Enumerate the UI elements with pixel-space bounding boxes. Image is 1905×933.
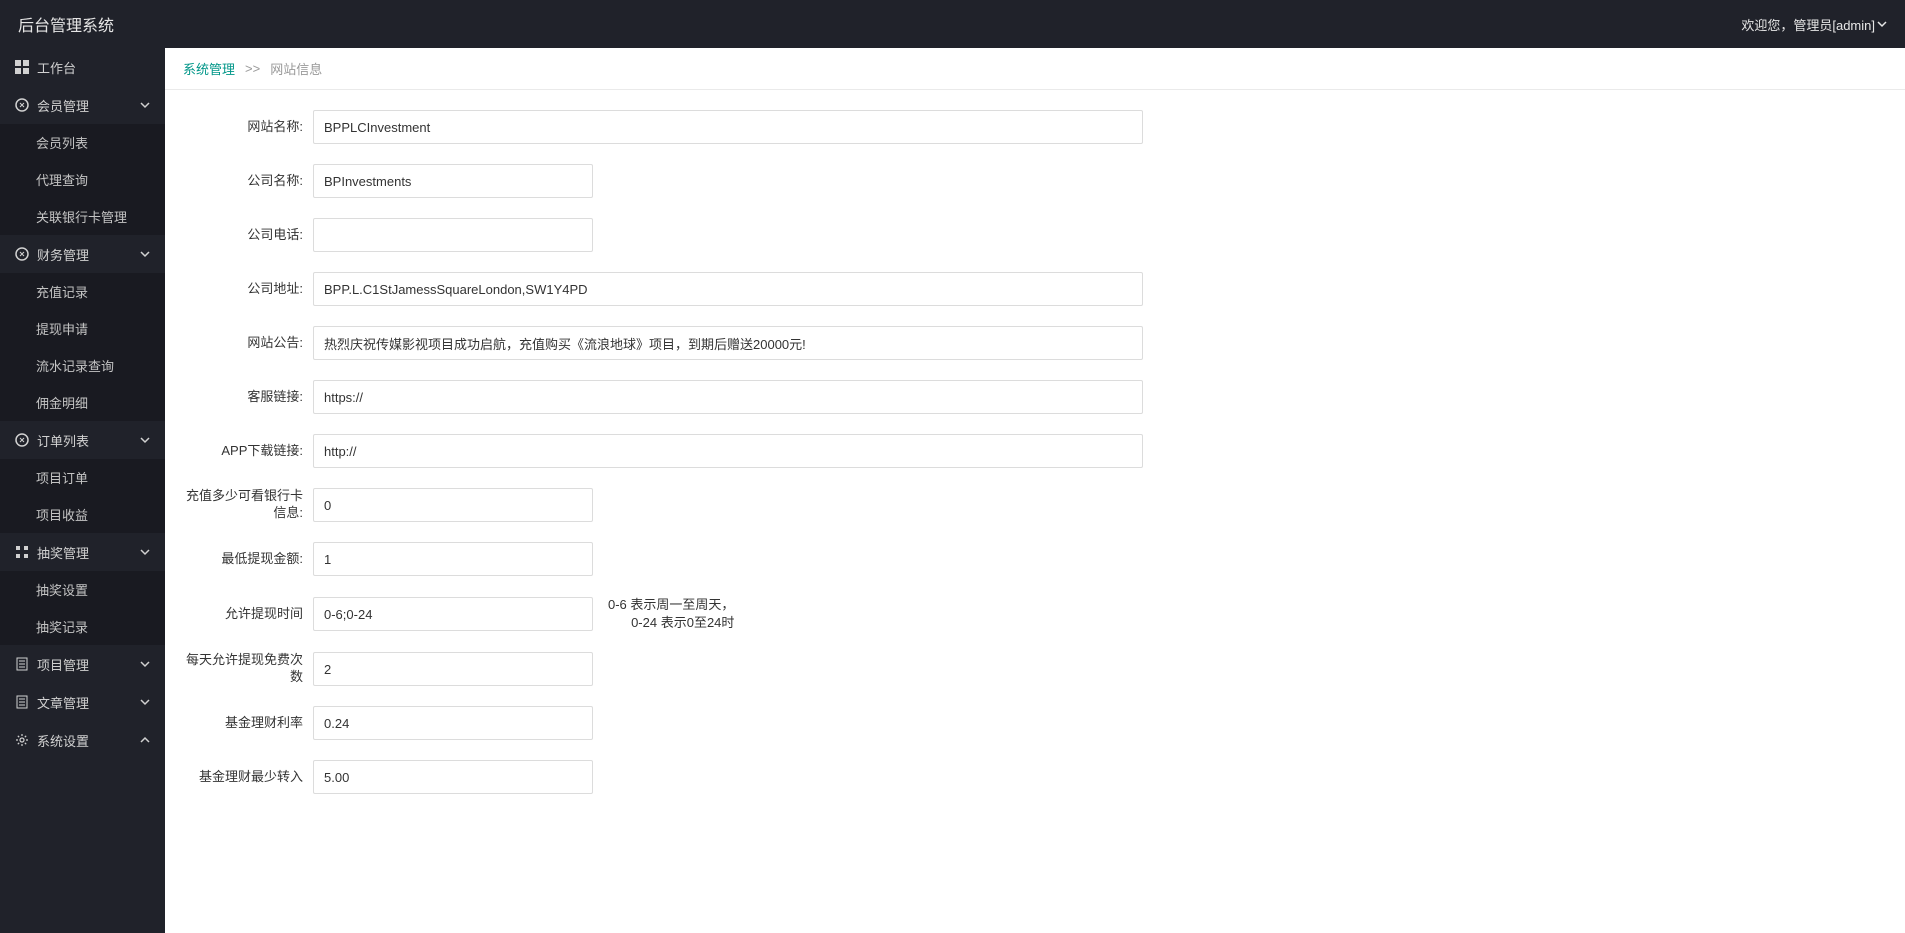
chevron-up-icon: [140, 735, 150, 745]
sidebar-subitem-1-1[interactable]: 代理查询: [0, 161, 165, 198]
label-company-address: 公司地址:: [183, 281, 313, 298]
input-fund-min-transfer[interactable]: [313, 760, 593, 794]
chevron-down-icon: [140, 659, 150, 669]
app-title: 后台管理系统: [18, 12, 114, 36]
sidebar: 工作台会员管理会员列表代理查询关联银行卡管理财务管理充值记录提现申请流水记录查询…: [0, 48, 165, 933]
top-header: 后台管理系统 欢迎您，管理员[admin]: [0, 0, 1905, 48]
sidebar-item-2[interactable]: 财务管理: [0, 235, 165, 273]
label-recharge-bank: 充值多少可看银行卡信息:: [183, 488, 313, 522]
doc-icon: [15, 695, 29, 709]
sidebar-item-label: 文章管理: [37, 693, 89, 712]
sidebar-subitem-1-2[interactable]: 关联银行卡管理: [0, 198, 165, 235]
hint-withdraw-time: 0-6 表示周一至周天， 0-24 表示0至24时: [608, 596, 734, 632]
row-free-withdraw-count: 每天允许提现免费次数: [183, 652, 1887, 686]
grid-icon: [15, 545, 29, 559]
breadcrumb-parent[interactable]: 系统管理: [183, 59, 235, 78]
label-app-download: APP下载链接:: [183, 443, 313, 460]
chevron-down-icon: [140, 249, 150, 259]
sidebar-item-1[interactable]: 会员管理: [0, 86, 165, 124]
label-service-link: 客服链接:: [183, 389, 313, 406]
row-fund-min-transfer: 基金理财最少转入: [183, 760, 1887, 794]
row-recharge-bank: 充值多少可看银行卡信息:: [183, 488, 1887, 522]
row-withdraw-time: 允许提现时间 0-6 表示周一至周天， 0-24 表示0至24时: [183, 596, 1887, 632]
doc-icon: [15, 657, 29, 671]
input-site-notice[interactable]: [313, 326, 1143, 360]
chevron-down-icon: [1877, 19, 1887, 29]
sidebar-item-label: 系统设置: [37, 731, 89, 750]
form-area: 网站名称: 公司名称: 公司电话: 公司地址: 网站公告: 客服链接:: [165, 90, 1905, 814]
label-free-withdraw-count: 每天允许提现免费次数: [183, 652, 313, 686]
row-app-download: APP下载链接:: [183, 434, 1887, 468]
row-site-name: 网站名称:: [183, 110, 1887, 144]
row-company-address: 公司地址:: [183, 272, 1887, 306]
input-company-phone[interactable]: [313, 218, 593, 252]
dashboard-icon: [15, 60, 29, 74]
row-company-name: 公司名称:: [183, 164, 1887, 198]
sidebar-subitem-2-1[interactable]: 提现申请: [0, 310, 165, 347]
input-min-withdraw[interactable]: [313, 542, 593, 576]
sidebar-item-label: 会员管理: [37, 96, 89, 115]
chevron-down-icon: [140, 100, 150, 110]
sidebar-item-label: 抽奖管理: [37, 543, 89, 562]
sidebar-item-6[interactable]: 文章管理: [0, 683, 165, 721]
input-site-name[interactable]: [313, 110, 1143, 144]
sidebar-item-4[interactable]: 抽奖管理: [0, 533, 165, 571]
input-fund-rate[interactable]: [313, 706, 593, 740]
row-site-notice: 网站公告:: [183, 326, 1887, 360]
label-company-name: 公司名称:: [183, 173, 313, 190]
sidebar-item-label: 财务管理: [37, 245, 89, 264]
sidebar-subitem-3-0[interactable]: 项目订单: [0, 459, 165, 496]
sidebar-item-3[interactable]: 订单列表: [0, 421, 165, 459]
hint-line1: 0-6 表示周一至周天，: [608, 596, 734, 614]
hint-line2: 0-24 表示0至24时: [608, 614, 734, 632]
input-service-link[interactable]: [313, 380, 1143, 414]
breadcrumb-separator: >>: [245, 61, 260, 76]
user-menu[interactable]: 欢迎您，管理员[admin]: [1741, 15, 1887, 34]
sidebar-item-label: 项目管理: [37, 655, 89, 674]
welcome-text: 欢迎您，管理员[admin]: [1741, 15, 1875, 34]
input-app-download[interactable]: [313, 434, 1143, 468]
sidebar-subitem-3-1[interactable]: 项目收益: [0, 496, 165, 533]
label-site-name: 网站名称:: [183, 119, 313, 136]
sidebar-item-0[interactable]: 工作台: [0, 48, 165, 86]
sidebar-item-label: 订单列表: [37, 431, 89, 450]
sidebar-subitem-2-2[interactable]: 流水记录查询: [0, 347, 165, 384]
circle-icon: [15, 247, 29, 261]
input-company-address[interactable]: [313, 272, 1143, 306]
label-withdraw-time: 允许提现时间: [183, 606, 313, 623]
circle-icon: [15, 433, 29, 447]
sidebar-subitem-2-0[interactable]: 充值记录: [0, 273, 165, 310]
row-fund-rate: 基金理财利率: [183, 706, 1887, 740]
circle-icon: [15, 98, 29, 112]
sidebar-subitem-1-0[interactable]: 会员列表: [0, 124, 165, 161]
sidebar-item-5[interactable]: 项目管理: [0, 645, 165, 683]
label-fund-min-transfer: 基金理财最少转入: [183, 769, 313, 786]
row-service-link: 客服链接:: [183, 380, 1887, 414]
sidebar-subitem-4-0[interactable]: 抽奖设置: [0, 571, 165, 608]
chevron-down-icon: [140, 547, 150, 557]
input-free-withdraw-count[interactable]: [313, 652, 593, 686]
sidebar-subitem-2-3[interactable]: 佣金明细: [0, 384, 165, 421]
breadcrumb-current: 网站信息: [270, 59, 322, 78]
sidebar-item-label: 工作台: [37, 58, 76, 77]
sidebar-subitem-4-1[interactable]: 抽奖记录: [0, 608, 165, 645]
row-company-phone: 公司电话:: [183, 218, 1887, 252]
gear-icon: [15, 733, 29, 747]
input-withdraw-time[interactable]: [313, 597, 593, 631]
breadcrumb: 系统管理 >> 网站信息: [165, 48, 1905, 90]
label-min-withdraw: 最低提现金额:: [183, 551, 313, 568]
label-fund-rate: 基金理财利率: [183, 715, 313, 732]
row-min-withdraw: 最低提现金额:: [183, 542, 1887, 576]
main-content: 系统管理 >> 网站信息 网站名称: 公司名称: 公司电话: 公司地址:: [165, 48, 1905, 933]
input-recharge-bank[interactable]: [313, 488, 593, 522]
chevron-down-icon: [140, 697, 150, 707]
input-company-name[interactable]: [313, 164, 593, 198]
sidebar-item-7[interactable]: 系统设置: [0, 721, 165, 759]
label-company-phone: 公司电话:: [183, 227, 313, 244]
label-site-notice: 网站公告:: [183, 335, 313, 352]
chevron-down-icon: [140, 435, 150, 445]
